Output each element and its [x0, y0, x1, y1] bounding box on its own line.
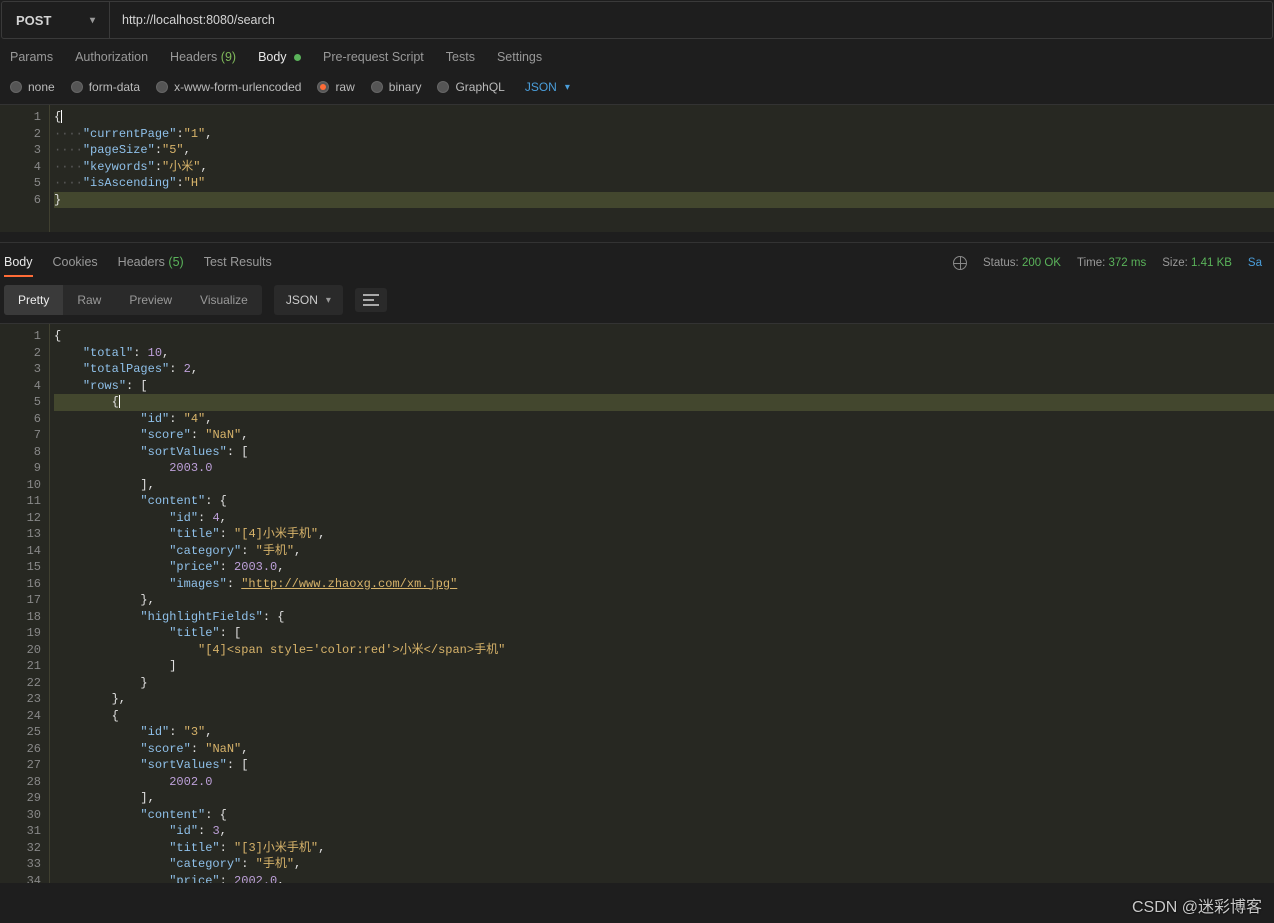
tab-headers[interactable]: Headers (9)	[170, 50, 236, 64]
body-type-row: none form-data x-www-form-urlencoded raw…	[0, 72, 1274, 104]
radio-xwww-label: x-www-form-urlencoded	[174, 80, 301, 94]
radio-raw-label: raw	[335, 80, 354, 94]
tab-authorization[interactable]: Authorization	[75, 50, 148, 64]
body-lang-select[interactable]: JSON ▾	[525, 80, 570, 94]
tab-prerequest[interactable]: Pre-request Script	[323, 50, 424, 64]
response-header: Body Cookies Headers (5) Test Results St…	[0, 242, 1274, 277]
gutter: 1234567891011121314151617181920212223242…	[0, 324, 50, 883]
globe-icon[interactable]	[953, 256, 967, 270]
line-number: 5	[0, 175, 41, 192]
line-number: 1	[0, 109, 41, 126]
radio-graphql[interactable]: GraphQL	[437, 80, 504, 94]
resp-tab-testresults[interactable]: Test Results	[204, 249, 272, 277]
request-tabs: Params Authorization Headers (9) Body Pr…	[0, 40, 1274, 72]
method-select[interactable]: POST ▾	[2, 2, 110, 38]
view-preview[interactable]: Preview	[115, 285, 186, 315]
radio-raw[interactable]: raw	[317, 80, 354, 94]
size-value: 1.41 KB	[1191, 257, 1232, 269]
line-number: 3	[0, 142, 41, 159]
save-response[interactable]: Sa	[1248, 257, 1262, 269]
response-view-controls: Pretty Raw Preview Visualize JSON ▾	[0, 277, 1274, 323]
response-tabs: Body Cookies Headers (5) Test Results	[4, 249, 272, 277]
status-group: Status: 200 OK Time: 372 ms Size: 1.41 K…	[953, 256, 1270, 270]
response-body-editor[interactable]: 1234567891011121314151617181920212223242…	[0, 323, 1274, 883]
view-visualize[interactable]: Visualize	[186, 285, 262, 315]
request-body-editor[interactable]: 1 2 3 4 5 6 { ····"currentPage":"1", ···…	[0, 104, 1274, 232]
code-area[interactable]: { "total": 10, "totalPages": 2, "rows": …	[50, 324, 1274, 883]
tab-headers-label: Headers	[170, 50, 217, 64]
status-value: 200 OK	[1022, 257, 1061, 269]
radio-formdata-label: form-data	[89, 80, 140, 94]
tab-tests[interactable]: Tests	[446, 50, 475, 64]
resp-tab-body[interactable]: Body	[4, 249, 33, 277]
dot-icon	[294, 54, 301, 61]
radio-binary[interactable]: binary	[371, 80, 422, 94]
size-label: Size:	[1162, 257, 1188, 269]
tab-body-label: Body	[258, 50, 287, 64]
chevron-down-icon: ▾	[326, 295, 331, 306]
line-number: 6	[0, 192, 41, 209]
resp-tab-headers[interactable]: Headers (5)	[118, 249, 184, 277]
chevron-down-icon: ▾	[565, 82, 570, 93]
tab-body[interactable]: Body	[258, 50, 301, 64]
tab-params[interactable]: Params	[10, 50, 53, 64]
radio-xwww[interactable]: x-www-form-urlencoded	[156, 80, 301, 94]
time-value: 372 ms	[1109, 257, 1147, 269]
line-number: 4	[0, 159, 41, 176]
tab-headers-count: (9)	[221, 50, 236, 64]
line-number: 2	[0, 126, 41, 143]
view-mode-segment: Pretty Raw Preview Visualize	[4, 285, 262, 315]
url-text: http://localhost:8080/search	[122, 13, 275, 27]
watermark: CSDN @迷彩博客	[1132, 893, 1262, 917]
resp-tab-headers-label: Headers	[118, 255, 165, 269]
view-raw[interactable]: Raw	[63, 285, 115, 315]
radio-none[interactable]: none	[10, 80, 55, 94]
url-input[interactable]: http://localhost:8080/search	[110, 2, 1272, 38]
response-lang-label: JSON	[286, 293, 318, 307]
radio-none-label: none	[28, 80, 55, 94]
tab-settings[interactable]: Settings	[497, 50, 542, 64]
wrap-lines-button[interactable]	[355, 288, 387, 312]
gutter: 1 2 3 4 5 6	[0, 105, 50, 232]
response-lang-select[interactable]: JSON ▾	[274, 285, 343, 315]
time-label: Time:	[1077, 257, 1105, 269]
radio-graphql-label: GraphQL	[455, 80, 504, 94]
method-label: POST	[16, 13, 51, 28]
view-pretty[interactable]: Pretty	[4, 285, 63, 315]
radio-formdata[interactable]: form-data	[71, 80, 140, 94]
resp-tab-headers-count: (5)	[168, 255, 183, 269]
radio-binary-label: binary	[389, 80, 422, 94]
request-bar: POST ▾ http://localhost:8080/search	[1, 1, 1273, 39]
chevron-down-icon: ▾	[90, 15, 95, 26]
status-label: Status:	[983, 257, 1019, 269]
resp-tab-cookies[interactable]: Cookies	[53, 249, 98, 277]
body-lang-label: JSON	[525, 80, 557, 94]
code-area[interactable]: { ····"currentPage":"1", ····"pageSize":…	[50, 105, 1274, 232]
